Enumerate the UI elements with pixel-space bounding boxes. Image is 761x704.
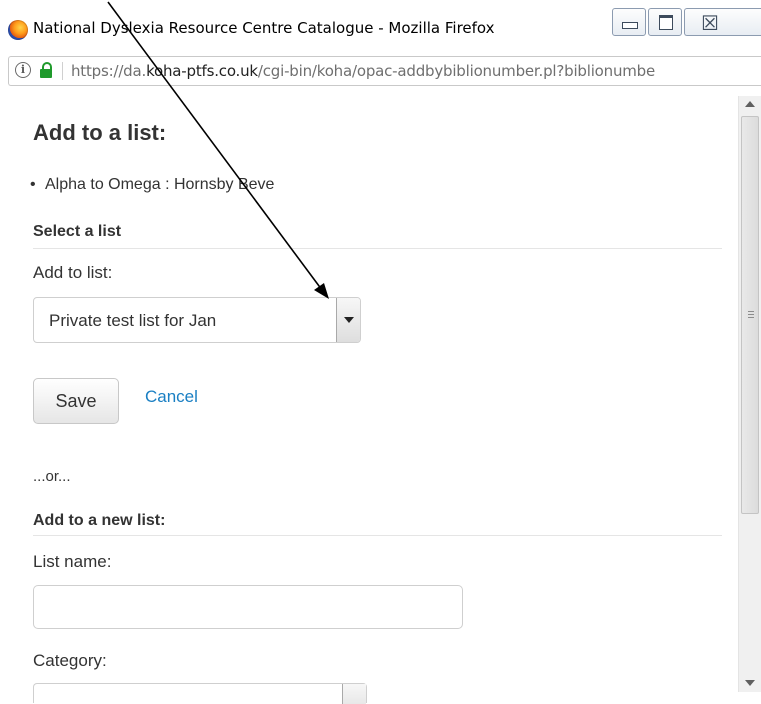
- url-path: /cgi-bin/koha/opac-addbybiblionumber.pl?…: [257, 62, 656, 80]
- url-text[interactable]: https://da.koha-ptfs.co.uk/cgi-bin/koha/…: [71, 62, 655, 80]
- close-icon: ☒: [701, 11, 719, 35]
- vertical-scrollbar[interactable]: [738, 96, 761, 692]
- address-bar[interactable]: i https://da.koha-ptfs.co.uk/cgi-bin/koh…: [8, 56, 761, 86]
- lock-icon[interactable]: [40, 62, 52, 79]
- firefox-icon: [8, 20, 28, 40]
- category-label: Category:: [33, 651, 107, 670]
- list-item: Alpha to Omega : Hornsby Beve: [30, 176, 274, 194]
- dropdown-arrow-icon[interactable]: [342, 684, 366, 704]
- select-list-heading: Select a list: [33, 223, 122, 240]
- section-divider: [33, 535, 722, 536]
- list-name-label: List name:: [33, 552, 112, 571]
- cancel-link[interactable]: Cancel: [145, 387, 198, 407]
- url-domain: koha-ptfs.co.uk: [146, 62, 258, 80]
- scrollbar-thumb[interactable]: [741, 116, 759, 514]
- url-prefix: https://da.: [71, 62, 147, 80]
- save-button[interactable]: Save: [33, 378, 119, 424]
- info-icon[interactable]: i: [15, 62, 31, 78]
- maximize-button[interactable]: [648, 8, 682, 36]
- minimize-button[interactable]: [612, 8, 646, 36]
- section-divider: [33, 248, 722, 249]
- list-select[interactable]: Private test list for Jan: [33, 297, 361, 343]
- list-name-input[interactable]: [33, 585, 463, 629]
- add-to-list-label: Add to list:: [33, 263, 113, 282]
- new-list-heading: Add to a new list:: [33, 512, 166, 529]
- window-title: National Dyslexia Resource Centre Catalo…: [33, 19, 495, 37]
- page-content: Add to a list: Alpha to Omega : Hornsby …: [0, 96, 761, 704]
- scroll-grip-icon: [748, 311, 754, 319]
- list-select-value: Private test list for Jan: [49, 311, 217, 330]
- or-separator: ...or...: [33, 468, 71, 485]
- page-title: Add to a list:: [33, 120, 167, 145]
- scroll-up-icon[interactable]: [745, 101, 755, 107]
- scroll-down-icon[interactable]: [745, 680, 755, 686]
- selected-items-list: Alpha to Omega : Hornsby Beve: [30, 176, 274, 194]
- urlbar-divider: [62, 62, 63, 80]
- maximize-icon: [659, 15, 673, 30]
- close-window-button[interactable]: ☒: [684, 8, 761, 36]
- dropdown-arrow-icon[interactable]: [336, 298, 360, 342]
- category-select[interactable]: [33, 683, 367, 704]
- window-titlebar: National Dyslexia Resource Centre Catalo…: [0, 0, 761, 46]
- minimize-icon: [622, 22, 638, 29]
